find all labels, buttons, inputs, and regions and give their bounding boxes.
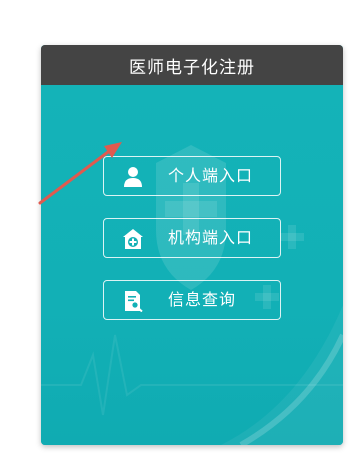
- card-body: 个人端入口 机构端入口 信息查询: [41, 85, 343, 445]
- personal-entry-label: 个人端入口: [168, 166, 254, 185]
- document-search-icon: [125, 291, 143, 312]
- background-decoration: [41, 145, 343, 445]
- person-icon: [124, 167, 142, 187]
- institution-entry-label: 机构端入口: [168, 228, 254, 247]
- card-title: 医师电子化注册: [41, 45, 343, 85]
- personal-entry-button[interactable]: 个人端入口: [103, 156, 281, 196]
- registration-card: 医师电子化注册 个人端入口 机构端入口 信息查询: [41, 45, 343, 445]
- hospital-icon: [123, 229, 143, 249]
- info-query-button[interactable]: 信息查询: [103, 280, 281, 320]
- institution-entry-button[interactable]: 机构端入口: [103, 218, 281, 258]
- info-query-label: 信息查询: [168, 290, 237, 309]
